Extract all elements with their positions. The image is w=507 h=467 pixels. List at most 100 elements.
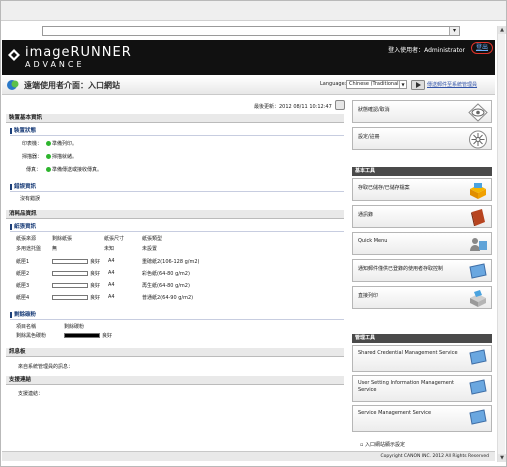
- table-cell: 再生紙(64-80 g/m2): [142, 283, 190, 289]
- language-apply-icon[interactable]: [411, 80, 425, 90]
- toner-black-level: 良好: [102, 333, 113, 339]
- language-label: Language:: [320, 81, 347, 87]
- toner-black-label: 剩餘黑色碳粉: [16, 333, 47, 339]
- monitor-icon: [469, 349, 487, 365]
- basic-tools-header: 基本工具: [352, 167, 492, 176]
- table-row: 紙匣1: [16, 259, 30, 265]
- support-text: 支援連結：: [18, 391, 44, 397]
- language-value: Chinese (Traditional): [349, 81, 401, 87]
- scanner-status: 掃描就緒。: [46, 153, 77, 160]
- logout-button[interactable]: 登出: [471, 42, 493, 54]
- footer: Copyright CANON INC. 2012 All Rights Res…: [2, 451, 495, 461]
- brand-line1: imageRUNNER: [25, 45, 132, 60]
- monitor-icon: [469, 263, 487, 279]
- address-dropdown-icon[interactable]: ▾: [449, 27, 459, 35]
- col-source: 紙張來源: [16, 236, 37, 242]
- quick-menu-icon: [470, 238, 487, 251]
- last-update: 最後更新：2012 08/11 10:12:47: [254, 104, 332, 110]
- col-type: 紙張類型: [142, 236, 163, 242]
- monitor-icon: [469, 379, 487, 395]
- table-row: 多用途托盤: [16, 246, 42, 252]
- logo-mark-icon: [8, 49, 20, 61]
- fax-status: 準備傳送或接收傳真。: [46, 166, 102, 173]
- user-setting-button[interactable]: User Setting Information Management Serv…: [352, 375, 492, 402]
- title-bar: 遠端使用者介面：入口網站 Language: Chinese (Traditio…: [2, 76, 495, 95]
- table-cell: 彩色紙(64-80 g/m2): [142, 271, 190, 277]
- col-toner-remain: 剩餘碳粉: [64, 324, 85, 330]
- device-status-title: 裝置狀態: [10, 128, 36, 134]
- table-cell: 重磅紙2(106-128 g/m2): [142, 259, 200, 265]
- quick-menu-button[interactable]: Quick Menu: [352, 232, 492, 255]
- login-user: Administrator: [424, 47, 465, 54]
- col-remain: 剩餘紙張: [52, 236, 73, 242]
- language-select[interactable]: Chinese (Traditional) ▼: [346, 80, 407, 89]
- page-title: 遠端使用者介面：入口網站: [24, 81, 120, 90]
- notification-access-button[interactable]: 通知郵件僅供已登錄的使用者存取控制: [352, 259, 492, 282]
- table-cell: 良好: [90, 271, 101, 277]
- status-ok-icon: [46, 141, 51, 146]
- printer-status: 準備列印。: [46, 140, 77, 147]
- table-cell: 普通紙2(64-90 g/m2): [142, 295, 194, 301]
- printer-label: 印表機：: [22, 141, 43, 147]
- table-cell: 良好: [90, 259, 101, 265]
- table-row: 紙匣2: [16, 271, 30, 277]
- scroll-up-icon[interactable]: ▲: [498, 26, 506, 34]
- direct-print-button[interactable]: 直接列印: [352, 286, 492, 309]
- divider: [10, 191, 344, 192]
- table-cell: 未設置: [142, 246, 158, 252]
- address-book-button[interactable]: 通訊錄: [352, 205, 492, 228]
- chevron-down-icon: ▼: [399, 81, 406, 88]
- status-ok-icon: [46, 167, 51, 172]
- consumables-header: 消耗品資訊: [6, 210, 344, 219]
- vertical-scrollbar[interactable]: ▲ ▼: [497, 26, 506, 462]
- table-row: 紙匣4: [16, 295, 30, 301]
- table-cell: 無: [52, 246, 58, 252]
- message-board-text: 來自系統管理員的訊息：: [18, 364, 74, 370]
- refresh-icon[interactable]: [335, 100, 345, 110]
- message-board-header: 訊息板: [6, 348, 344, 357]
- table-cell: A4: [108, 270, 115, 276]
- table-cell: 未知: [104, 246, 115, 252]
- stored-files-button[interactable]: 存取已儲存/已儲存檔案: [352, 178, 492, 201]
- main-content: 最後更新：2012 08/11 10:12:47 裝置基本資訊 裝置狀態 印表機…: [6, 98, 345, 448]
- paper-info-title: 紙張資訊: [10, 224, 36, 230]
- settings-gear-icon: [469, 130, 487, 149]
- status-monitor-button[interactable]: 狀態確認/取消: [352, 100, 492, 123]
- device-basic-header: 裝置基本資訊: [6, 114, 344, 123]
- folder-icon: [470, 183, 486, 199]
- brand-line2: ADVANCE: [25, 60, 85, 69]
- fax-label: 傳真：: [26, 167, 42, 173]
- table-cell: A4: [108, 258, 115, 264]
- support-header: 支援連結: [6, 376, 344, 385]
- mail-admin-link[interactable]: 傳送郵件至系統管理員: [427, 81, 477, 88]
- paper-level-bar: [52, 295, 88, 300]
- table-cell: 良好: [90, 283, 101, 289]
- paper-level-bar: [52, 271, 88, 276]
- table-row: 紙匣3: [16, 283, 30, 289]
- status-ok-icon: [46, 154, 51, 159]
- scanner-label: 掃描器：: [22, 154, 43, 160]
- error-text: 沒有錯誤: [20, 196, 41, 202]
- monitor-icon: [469, 409, 487, 425]
- scroll-down-icon[interactable]: ▼: [498, 454, 506, 462]
- browser-chrome: [1, 1, 506, 21]
- divider: [10, 319, 344, 320]
- portal-settings-link[interactable]: ▫ 入口網站顯示設定: [360, 441, 405, 448]
- divider: [10, 135, 344, 136]
- table-cell: A4: [108, 294, 115, 300]
- toner-title: 剩餘碳粉: [10, 312, 36, 318]
- table-cell: 良好: [90, 295, 101, 301]
- printer-icon: [470, 290, 486, 307]
- login-label: 登入使用者：: [388, 47, 425, 54]
- address-bar[interactable]: ▾: [42, 26, 460, 36]
- shared-credential-button[interactable]: Shared Credential Management Service: [352, 345, 492, 372]
- col-item-name: 項目名稱: [16, 324, 37, 330]
- settings-registration-button[interactable]: 設定/註冊: [352, 127, 492, 150]
- col-size: 紙張尺寸: [104, 236, 125, 242]
- service-management-button[interactable]: Service Management Service: [352, 405, 492, 432]
- copyright: Copyright CANON INC. 2012 All Rights Res…: [380, 454, 489, 459]
- address-book-icon: [471, 209, 485, 226]
- divider: [10, 231, 344, 232]
- status-eye-icon: [468, 103, 488, 122]
- paper-level-bar: [52, 259, 88, 264]
